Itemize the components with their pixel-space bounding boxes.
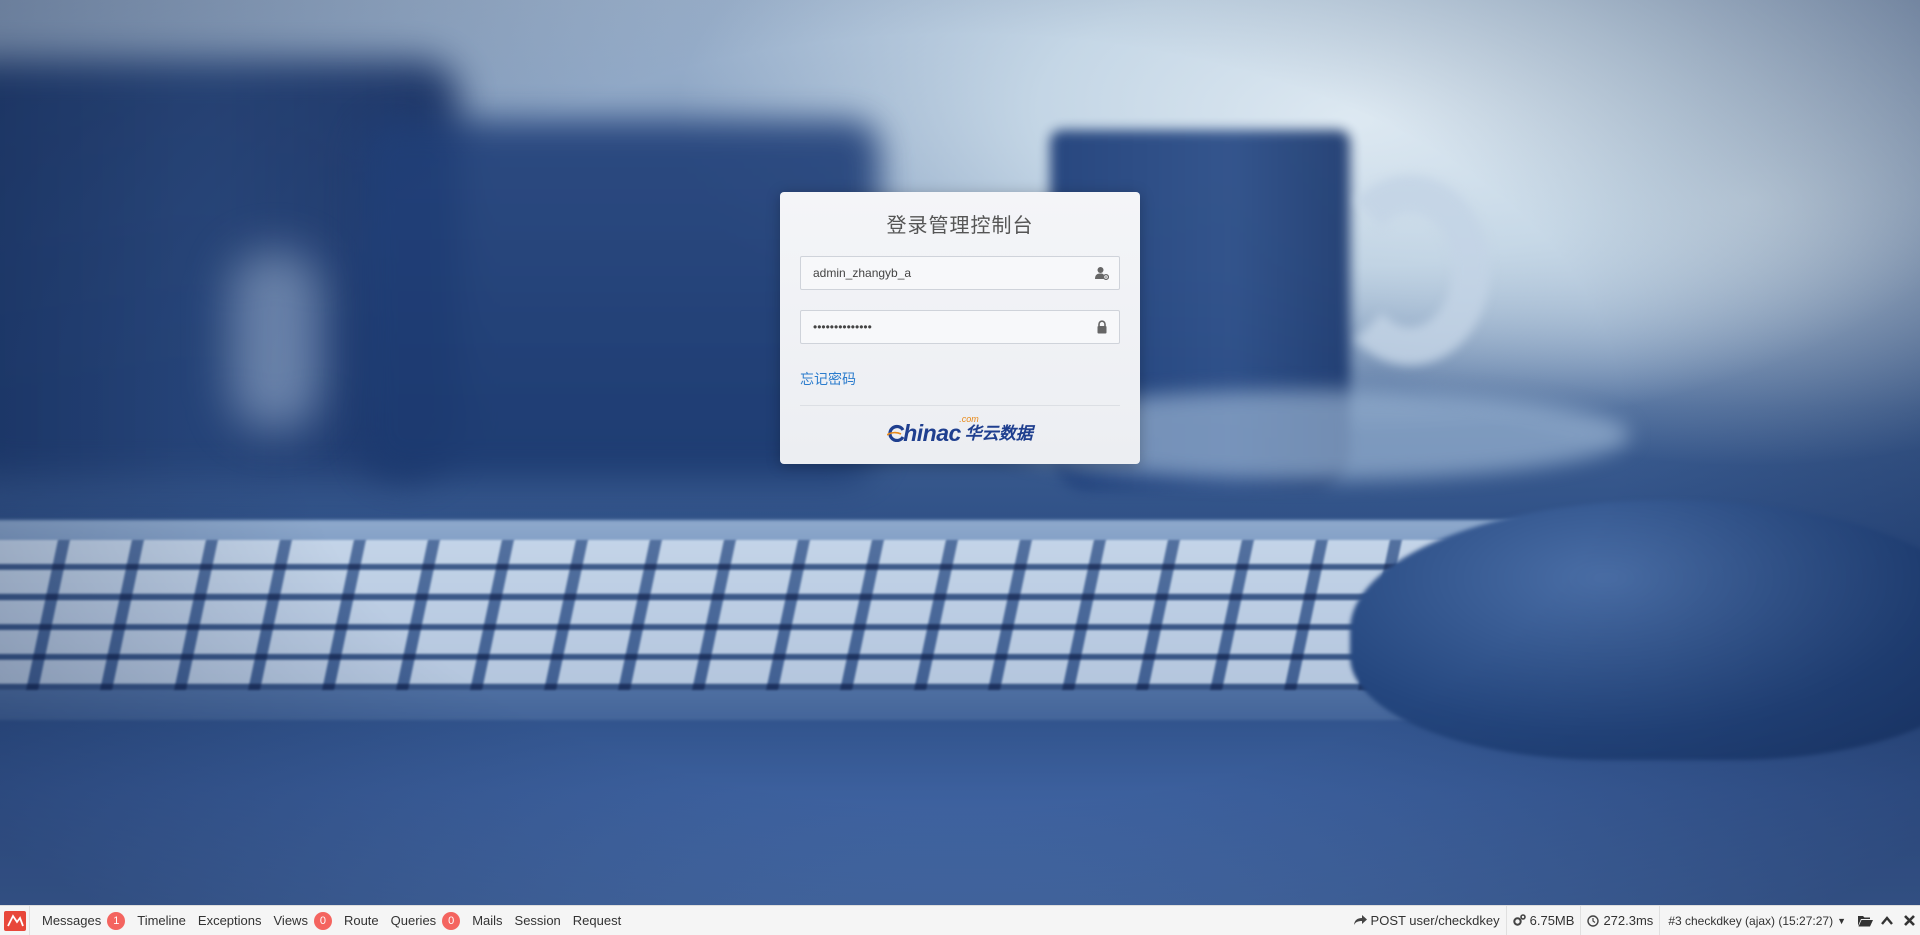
cogs-icon	[1512, 914, 1526, 926]
close-icon	[1903, 915, 1915, 926]
tab-label: Request	[572, 913, 622, 928]
memory-value: 6.75MB	[1529, 913, 1575, 928]
debugbar-tab-request[interactable]: Request	[567, 906, 627, 935]
count-badge: 0	[442, 911, 461, 930]
maximize-button[interactable]	[1876, 906, 1898, 935]
count-badge: 0	[313, 911, 332, 930]
tab-label: Exceptions	[197, 913, 262, 928]
tab-label: Queries	[390, 913, 437, 928]
card-divider	[800, 405, 1120, 406]
logo-chinese-name: 华云数据	[964, 424, 1033, 444]
tab-label: Timeline	[137, 913, 186, 928]
request-select-value: #3 checkdkey (ajax) (15:27:27)	[1668, 913, 1834, 928]
debugbar-logo-icon[interactable]	[0, 905, 30, 935]
tab-label: Views	[273, 913, 308, 928]
tab-label: Mails	[472, 913, 503, 928]
request-route-indicator: POST user/checkdkey	[1348, 906, 1506, 935]
login-title: 登录管理控制台	[886, 215, 1034, 237]
time-value: 272.3ms	[1603, 913, 1654, 928]
debug-bar: Messages 1 Timeline Exceptions Views 0 R…	[0, 905, 1920, 935]
password-field[interactable]	[800, 310, 1120, 344]
count-badge: 1	[107, 911, 126, 930]
lock-icon	[1097, 320, 1107, 334]
close-button[interactable]	[1898, 906, 1920, 935]
open-folder-button[interactable]	[1854, 906, 1876, 935]
debugbar-tab-mails[interactable]: Mails	[466, 906, 508, 935]
memory-usage: 6.75MB	[1505, 905, 1581, 935]
request-time: 272.3ms	[1580, 905, 1659, 935]
logo-domain: .com	[959, 414, 979, 424]
tab-label: Session	[514, 913, 561, 928]
username-field[interactable]	[800, 256, 1120, 290]
forgot-password-link[interactable]: 忘记密码	[800, 370, 856, 388]
brand-logo: hinac .com 华云数据	[800, 414, 1120, 454]
share-arrow-icon	[1353, 915, 1367, 925]
debugbar-tab-messages[interactable]: Messages 1	[36, 906, 131, 935]
caret-down-icon: ▼	[1837, 915, 1846, 926]
debugbar-tab-views[interactable]: Views 0	[268, 906, 338, 935]
login-card: 登录管理控制台 忘记密码 hinac .com 华云数据	[780, 192, 1140, 464]
tab-label: Route	[343, 913, 379, 928]
tab-label: Messages	[42, 913, 102, 928]
debugbar-tab-timeline[interactable]: Timeline	[131, 906, 192, 935]
debugbar-tab-session[interactable]: Session	[509, 906, 567, 935]
logo-text: hinac	[903, 420, 961, 446]
chevron-up-icon	[1881, 916, 1893, 925]
debugbar-tab-exceptions[interactable]: Exceptions	[192, 906, 268, 935]
user-gear-icon	[1095, 267, 1109, 280]
request-route-label: POST user/checkdkey	[1370, 913, 1500, 928]
request-select-dropdown[interactable]: #3 checkdkey (ajax) (15:27:27) ▼	[1659, 905, 1854, 935]
debugbar-tab-route[interactable]: Route	[338, 906, 385, 935]
password-input[interactable]	[801, 311, 1119, 343]
folder-open-icon	[1857, 915, 1873, 926]
debugbar-tab-queries[interactable]: Queries 0	[385, 906, 467, 935]
clock-icon	[1587, 914, 1600, 927]
username-input[interactable]	[801, 257, 1119, 289]
